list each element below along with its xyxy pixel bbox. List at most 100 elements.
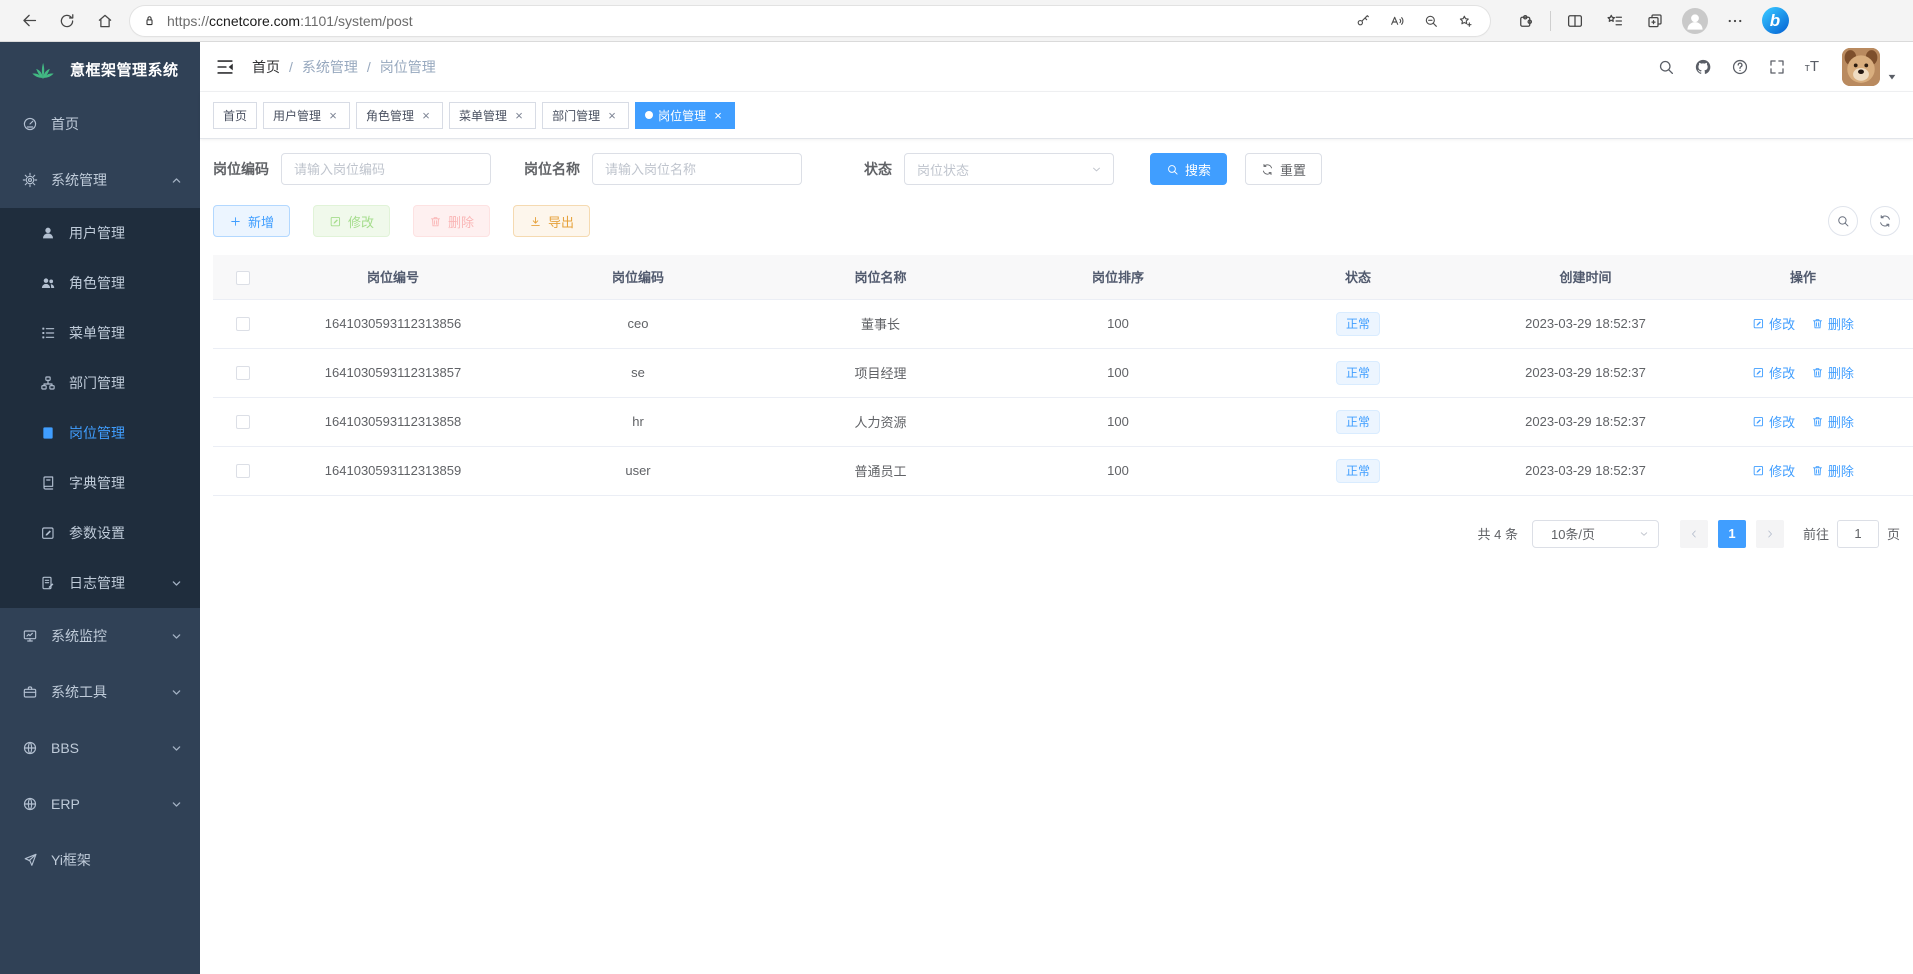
tab-user-mgmt[interactable]: 用户管理× [263, 102, 350, 129]
edit-button[interactable]: 修改 [313, 205, 390, 237]
prev-page-button[interactable] [1680, 520, 1708, 548]
select-all-checkbox[interactable] [236, 271, 250, 285]
status-badge: 正常 [1336, 312, 1380, 336]
home-icon [96, 12, 114, 30]
add-button[interactable]: 新增 [213, 205, 290, 237]
sidebar-item-log-mgmt[interactable]: 日志管理 [0, 558, 200, 608]
refresh-table-button[interactable] [1870, 206, 1900, 236]
sidebar-item-role-mgmt[interactable]: 角色管理 [0, 258, 200, 308]
browser-back-button[interactable] [10, 5, 48, 37]
fullscreen-icon[interactable] [1768, 58, 1786, 76]
extensions-icon[interactable] [1506, 5, 1546, 37]
status-badge: 正常 [1336, 410, 1380, 434]
font-size-icon[interactable]: тT [1805, 59, 1819, 74]
row-delete-link[interactable]: 删除 [1811, 363, 1854, 382]
paper-plane-icon [22, 852, 38, 868]
breadcrumb-system[interactable]: 系统管理 [302, 57, 358, 77]
tab-menu-mgmt[interactable]: 菜单管理× [449, 102, 536, 129]
favorites-icon[interactable] [1595, 5, 1635, 37]
close-icon[interactable]: × [711, 109, 725, 122]
close-icon[interactable]: × [512, 109, 526, 122]
tab-role-mgmt[interactable]: 角色管理× [356, 102, 443, 129]
tab-home[interactable]: 首页 [213, 102, 257, 129]
export-button[interactable]: 导出 [513, 205, 590, 237]
post-code-input[interactable] [281, 153, 491, 185]
edit-icon [1752, 317, 1765, 330]
trash-icon [1811, 464, 1824, 477]
chevron-down-icon [171, 799, 182, 810]
goto-page-input[interactable] [1837, 520, 1879, 548]
address-bar[interactable]: https://ccnetcore.com:1101/system/post [130, 6, 1490, 36]
table-tools [1828, 206, 1900, 236]
split-screen-icon[interactable] [1555, 5, 1595, 37]
zoom-out-icon[interactable] [1414, 8, 1448, 34]
delete-button[interactable]: 删除 [413, 205, 490, 237]
page-number-current[interactable]: 1 [1718, 520, 1746, 548]
pagination: 共 4 条 10条/页 1 前往 页 [213, 520, 1900, 548]
browser-menu-icon[interactable] [1715, 5, 1755, 37]
close-icon[interactable]: × [419, 109, 433, 122]
add-favorite-icon[interactable] [1448, 8, 1482, 34]
browser-home-button[interactable] [86, 5, 124, 37]
row-delete-link[interactable]: 删除 [1811, 314, 1854, 333]
post-name-input[interactable] [592, 153, 802, 185]
sidebar-item-system-tools[interactable]: 系统工具 [0, 664, 200, 720]
table-row: 1641030593112313858 hr 人力资源 100 正常 2023-… [213, 397, 1913, 446]
sidebar-item-post-mgmt[interactable]: 岗位管理 [0, 408, 200, 458]
row-checkbox[interactable] [236, 366, 250, 380]
column-header-post-sort: 岗位排序 [998, 255, 1238, 299]
table-toolbar: 新增 修改 删除 导出 [213, 205, 1900, 237]
sidebar-item-dept-mgmt[interactable]: 部门管理 [0, 358, 200, 408]
help-icon[interactable] [1731, 58, 1749, 76]
reset-button[interactable]: 重置 [1245, 153, 1322, 185]
chevron-down-icon [1090, 163, 1103, 176]
sidebar-item-home[interactable]: 首页 [0, 96, 200, 152]
row-delete-link[interactable]: 删除 [1811, 461, 1854, 480]
toggle-search-button[interactable] [1828, 206, 1858, 236]
row-edit-link[interactable]: 修改 [1752, 314, 1795, 333]
sidebar-item-param-settings[interactable]: 参数设置 [0, 508, 200, 558]
sidebar: 意框架管理系统 首页 系统管理 用户管理 角色管理 菜单管理 [0, 42, 200, 974]
row-delete-link[interactable]: 删除 [1811, 412, 1854, 431]
tab-post-mgmt[interactable]: 岗位管理× [635, 102, 735, 129]
sidebar-item-erp[interactable]: ERP [0, 776, 200, 832]
sidebar-item-bbs[interactable]: BBS [0, 720, 200, 776]
column-header-created: 创建时间 [1478, 255, 1693, 299]
search-button[interactable]: 搜索 [1150, 153, 1227, 185]
row-checkbox[interactable] [236, 317, 250, 331]
header-search-icon[interactable] [1657, 58, 1675, 76]
sidebar-item-system-mgmt[interactable]: 系统管理 [0, 152, 200, 208]
tab-dept-mgmt[interactable]: 部门管理× [542, 102, 629, 129]
browser-profile-avatar[interactable] [1675, 5, 1715, 37]
row-edit-link[interactable]: 修改 [1752, 461, 1795, 480]
trash-icon [429, 215, 442, 228]
chevron-down-icon [171, 743, 182, 754]
password-key-icon[interactable] [1346, 8, 1380, 34]
edit-icon [1752, 464, 1765, 477]
row-edit-link[interactable]: 修改 [1752, 363, 1795, 382]
sidebar-item-system-monitor[interactable]: 系统监控 [0, 608, 200, 664]
copilot-bing-icon[interactable]: b [1755, 5, 1795, 37]
breadcrumb-home[interactable]: 首页 [252, 57, 280, 77]
next-page-button[interactable] [1756, 520, 1784, 548]
row-checkbox[interactable] [236, 464, 250, 478]
reload-icon [58, 12, 76, 30]
status-select[interactable]: 岗位状态 [904, 153, 1114, 185]
collections-icon[interactable] [1635, 5, 1675, 37]
browser-reload-button[interactable] [48, 5, 86, 37]
sidebar-item-yi-framework[interactable]: Yi框架 [0, 832, 200, 888]
page-size-select[interactable]: 10条/页 [1532, 520, 1659, 548]
plus-icon [229, 215, 242, 228]
sidebar-item-user-mgmt[interactable]: 用户管理 [0, 208, 200, 258]
row-edit-link[interactable]: 修改 [1752, 412, 1795, 431]
row-checkbox[interactable] [236, 415, 250, 429]
menu-fold-icon[interactable] [214, 56, 236, 78]
close-icon[interactable]: × [605, 109, 619, 122]
user-avatar-menu[interactable] [1842, 48, 1897, 86]
page-unit-label: 页 [1887, 524, 1900, 543]
github-icon[interactable] [1694, 58, 1712, 76]
sidebar-item-dict-mgmt[interactable]: 字典管理 [0, 458, 200, 508]
close-icon[interactable]: × [326, 109, 340, 122]
sidebar-item-menu-mgmt[interactable]: 菜单管理 [0, 308, 200, 358]
read-aloud-icon[interactable] [1380, 8, 1414, 34]
